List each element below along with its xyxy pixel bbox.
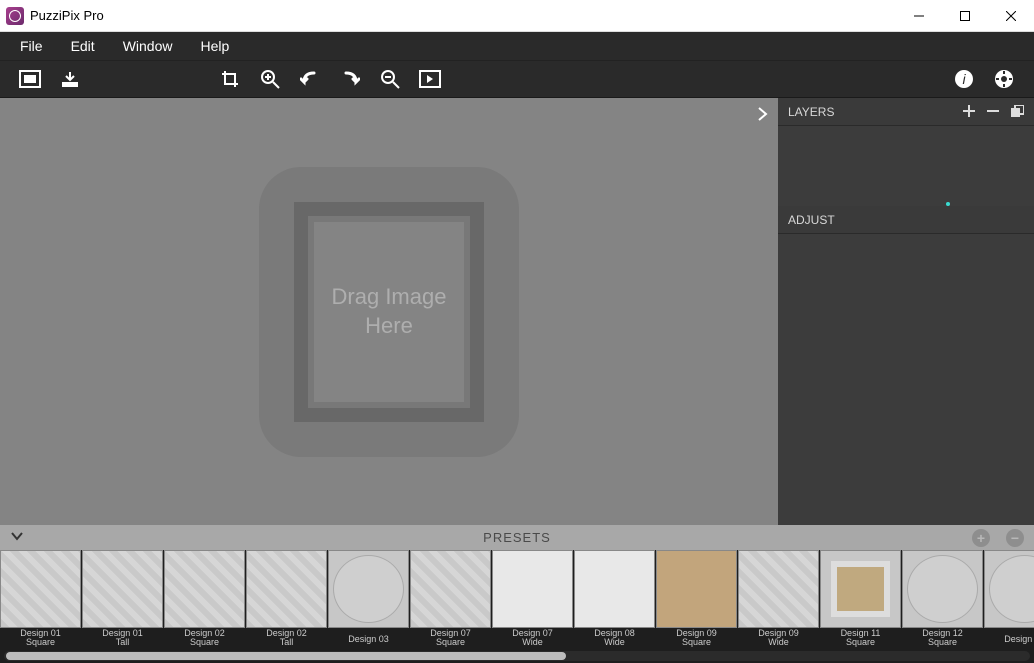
minimize-button[interactable] xyxy=(896,0,942,32)
preset-thumbnail xyxy=(0,550,81,628)
preset-item[interactable]: Design 12Square xyxy=(902,550,983,650)
preset-thumbnail xyxy=(902,550,983,628)
add-layer-button[interactable] xyxy=(963,105,975,118)
preset-thumbnail xyxy=(164,550,245,628)
zoom-out-button[interactable] xyxy=(370,60,410,98)
preset-thumbnail xyxy=(328,550,409,628)
remove-layer-button[interactable] xyxy=(987,105,999,118)
app-title: PuzziPix Pro xyxy=(30,8,104,23)
preset-item[interactable]: Design 02Tall xyxy=(246,550,327,650)
preset-thumbnail xyxy=(246,550,327,628)
preset-caption: Design 13 xyxy=(984,628,1034,650)
preset-caption: Design 09Square xyxy=(656,628,737,650)
import-button[interactable] xyxy=(50,60,90,98)
preset-item[interactable]: Design 11Square xyxy=(820,550,901,650)
side-panels: LAYERS ADJUST xyxy=(778,98,1034,525)
menu-edit[interactable]: Edit xyxy=(57,32,109,60)
preset-thumbnail xyxy=(410,550,491,628)
presets-scrollbar[interactable] xyxy=(4,651,1030,661)
preset-thumbnail xyxy=(574,550,655,628)
presets-scrollbar-thumb[interactable] xyxy=(6,652,566,660)
menu-help[interactable]: Help xyxy=(186,32,243,60)
settings-button[interactable] xyxy=(984,60,1024,98)
drop-frame-inner: Drag Image Here xyxy=(308,216,470,408)
preset-caption: Design 02Square xyxy=(164,628,245,650)
image-drop-target[interactable]: Drag Image Here xyxy=(259,167,519,457)
titlebar: PuzziPix Pro xyxy=(0,0,1034,32)
close-button[interactable] xyxy=(988,0,1034,32)
preset-caption: Design 02Tall xyxy=(246,628,327,650)
zoom-in-button[interactable] xyxy=(250,60,290,98)
preset-caption: Design 03 xyxy=(328,628,409,650)
preset-item[interactable]: Design 07Wide xyxy=(492,550,573,650)
preset-thumbnail xyxy=(820,550,901,628)
preset-item[interactable]: Design 01Tall xyxy=(82,550,163,650)
presets-header: PRESETS + − xyxy=(0,525,1034,550)
preset-item[interactable]: Design 09Square xyxy=(656,550,737,650)
canvas-area[interactable]: Drag Image Here xyxy=(0,98,778,525)
window-controls xyxy=(896,0,1034,32)
layers-indicator-dot xyxy=(946,202,950,206)
preset-thumbnail xyxy=(984,550,1034,628)
preset-thumbnail xyxy=(82,550,163,628)
preset-caption: Design 12Square xyxy=(902,628,983,650)
preset-thumbnail xyxy=(738,550,819,628)
preset-item[interactable]: Design 07Square xyxy=(410,550,491,650)
collapse-panels-button[interactable] xyxy=(752,104,772,124)
preset-item[interactable]: Design 01Square xyxy=(0,550,81,650)
preset-thumbnail xyxy=(492,550,573,628)
preset-caption: Design 11Square xyxy=(820,628,901,650)
preset-item[interactable]: Design 03 xyxy=(328,550,409,650)
preset-caption: Design 07Wide xyxy=(492,628,573,650)
preset-caption: Design 08Wide xyxy=(574,628,655,650)
menu-window[interactable]: Window xyxy=(109,32,187,60)
maximize-button[interactable] xyxy=(942,0,988,32)
fit-screen-button[interactable] xyxy=(410,60,450,98)
adjust-label: ADJUST xyxy=(788,213,835,227)
toolbar: i xyxy=(0,60,1034,98)
preset-item[interactable]: Design 09Wide xyxy=(738,550,819,650)
presets-scroll[interactable]: Design 01SquareDesign 01TallDesign 02Squ… xyxy=(0,550,1034,650)
preset-item[interactable]: Design 13 xyxy=(984,550,1034,650)
duplicate-layer-button[interactable] xyxy=(1011,105,1024,118)
drop-frame-outer: Drag Image Here xyxy=(294,202,484,422)
redo-button[interactable] xyxy=(330,60,370,98)
svg-text:i: i xyxy=(962,71,966,87)
preset-item[interactable]: Design 02Square xyxy=(164,550,245,650)
app-icon xyxy=(6,7,24,25)
presets-strip: Design 01SquareDesign 01TallDesign 02Squ… xyxy=(0,550,1034,663)
layers-label: LAYERS xyxy=(788,105,834,119)
preset-caption: Design 01Square xyxy=(0,628,81,650)
work-area: Drag Image Here LAYERS ADJUST xyxy=(0,98,1034,525)
crop-button[interactable] xyxy=(210,60,250,98)
open-image-button[interactable] xyxy=(10,60,50,98)
drop-text-line1: Drag Image xyxy=(332,283,447,312)
layers-panel[interactable] xyxy=(778,126,1034,206)
preset-thumbnail xyxy=(656,550,737,628)
adjust-header: ADJUST xyxy=(778,206,1034,234)
preset-caption: Design 09Wide xyxy=(738,628,819,650)
menubar: File Edit Window Help xyxy=(0,32,1034,60)
menu-file[interactable]: File xyxy=(6,32,57,60)
preset-caption: Design 01Tall xyxy=(82,628,163,650)
layers-header: LAYERS xyxy=(778,98,1034,126)
preset-caption: Design 07Square xyxy=(410,628,491,650)
preset-item[interactable]: Design 08Wide xyxy=(574,550,655,650)
adjust-panel[interactable] xyxy=(778,234,1034,525)
drop-text-line2: Here xyxy=(365,312,413,341)
presets-label: PRESETS xyxy=(0,530,1034,545)
undo-button[interactable] xyxy=(290,60,330,98)
info-button[interactable]: i xyxy=(944,60,984,98)
